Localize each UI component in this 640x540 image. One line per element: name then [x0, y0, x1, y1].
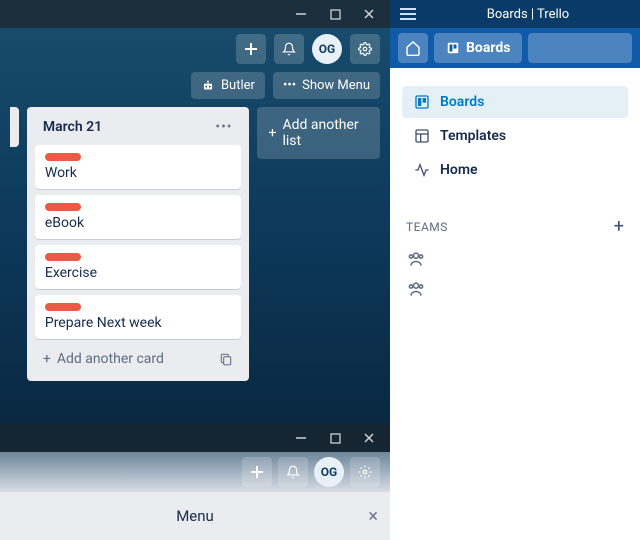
- add-list-label: Add another list: [282, 117, 368, 149]
- teams-header: TEAMS +: [390, 198, 640, 245]
- card-prepare-next-week[interactable]: Prepare Next week: [35, 295, 241, 339]
- notifications-button[interactable]: [274, 34, 304, 64]
- minimize-icon[interactable]: [294, 7, 308, 21]
- trello-second-window: OG Butler Menu ×: [0, 424, 390, 540]
- list-march-21: March 21 ••• Work eBook Exercise Prepare…: [27, 107, 249, 381]
- close-icon[interactable]: [362, 7, 376, 21]
- trello-board-icon: [446, 41, 460, 55]
- search-input[interactable]: [528, 33, 632, 63]
- board-body: March 21 ••• Work eBook Exercise Prepare…: [0, 107, 390, 381]
- add-list-button[interactable]: + Add another list: [257, 107, 380, 159]
- user-avatar[interactable]: OG: [314, 457, 344, 487]
- show-menu-button[interactable]: ••• Show Menu: [273, 72, 380, 99]
- list-header: March 21 •••: [35, 115, 241, 139]
- boards-label: Boards: [466, 40, 510, 56]
- team-avatar[interactable]: [406, 249, 428, 271]
- dots-icon: •••: [283, 78, 296, 93]
- template-icon[interactable]: [219, 352, 233, 366]
- add-button[interactable]: [236, 34, 266, 64]
- minimize-icon[interactable]: [294, 431, 308, 445]
- notifications-button[interactable]: [278, 457, 308, 487]
- menu-title: Menu: [176, 507, 214, 525]
- trello-board-icon: [414, 94, 430, 110]
- close-icon[interactable]: ×: [368, 506, 378, 527]
- card-exercise[interactable]: Exercise: [35, 245, 241, 289]
- window-titlebar: [0, 424, 390, 452]
- board-header: OG: [0, 28, 390, 70]
- maximize-icon[interactable]: [328, 7, 342, 21]
- menu-panel-header: Menu ×: [0, 492, 390, 540]
- card-label: [45, 203, 81, 211]
- menu-icon[interactable]: [400, 8, 416, 20]
- list-menu-button[interactable]: •••: [215, 119, 232, 135]
- boards-button[interactable]: Boards: [434, 33, 522, 63]
- butler-button[interactable]: Butler: [191, 72, 265, 99]
- card-label: [45, 253, 81, 261]
- close-icon[interactable]: [362, 431, 376, 445]
- plus-icon: +: [43, 351, 51, 367]
- sidebar-item-label: Home: [440, 162, 478, 178]
- show-menu-label: Show Menu: [302, 78, 370, 93]
- top-nav: Boards: [390, 28, 640, 68]
- previous-list-edge: [10, 107, 19, 147]
- sidebar-nav: Boards Templates Home: [390, 68, 640, 198]
- window-title: Boards | Trello: [426, 7, 630, 22]
- add-card-button[interactable]: +Add another card: [35, 345, 241, 373]
- settings-button[interactable]: [350, 457, 380, 487]
- robot-icon: [201, 79, 215, 93]
- user-avatar[interactable]: OG: [312, 34, 342, 64]
- card-ebook[interactable]: eBook: [35, 195, 241, 239]
- sidebar-item-label: Boards: [440, 94, 484, 110]
- board-header: OG: [0, 452, 390, 492]
- add-team-button[interactable]: +: [614, 216, 624, 237]
- list-title[interactable]: March 21: [43, 119, 102, 135]
- template-icon: [414, 128, 430, 144]
- card-title: eBook: [45, 215, 231, 231]
- sidebar-item-home[interactable]: Home: [402, 154, 628, 186]
- plus-icon: +: [269, 125, 277, 141]
- window-titlebar: Boards | Trello: [390, 0, 640, 28]
- trello-board-window: OG Butler ••• Show Menu March 21 ••• Wor…: [0, 0, 390, 540]
- card-title: Prepare Next week: [45, 315, 231, 331]
- butler-label: Butler: [221, 78, 255, 93]
- teams-label: TEAMS: [406, 220, 448, 234]
- card-title: Work: [45, 165, 231, 181]
- sidebar-item-label: Templates: [440, 128, 506, 144]
- card-work[interactable]: Work: [35, 145, 241, 189]
- trello-sidebar-window: Boards | Trello Boards Boards Templates …: [390, 0, 640, 540]
- sidebar-item-boards[interactable]: Boards: [402, 86, 628, 118]
- settings-button[interactable]: [350, 34, 380, 64]
- board-subheader: Butler ••• Show Menu: [0, 70, 390, 107]
- card-label: [45, 153, 81, 161]
- home-button[interactable]: [398, 33, 428, 63]
- sidebar-item-templates[interactable]: Templates: [402, 120, 628, 152]
- add-button[interactable]: [242, 457, 272, 487]
- team-avatar[interactable]: [406, 279, 428, 301]
- add-card-label: +Add another card: [43, 351, 164, 367]
- card-title: Exercise: [45, 265, 231, 281]
- maximize-icon[interactable]: [328, 431, 342, 445]
- window-titlebar: [0, 0, 390, 28]
- pulse-icon: [414, 162, 430, 178]
- card-label: [45, 303, 81, 311]
